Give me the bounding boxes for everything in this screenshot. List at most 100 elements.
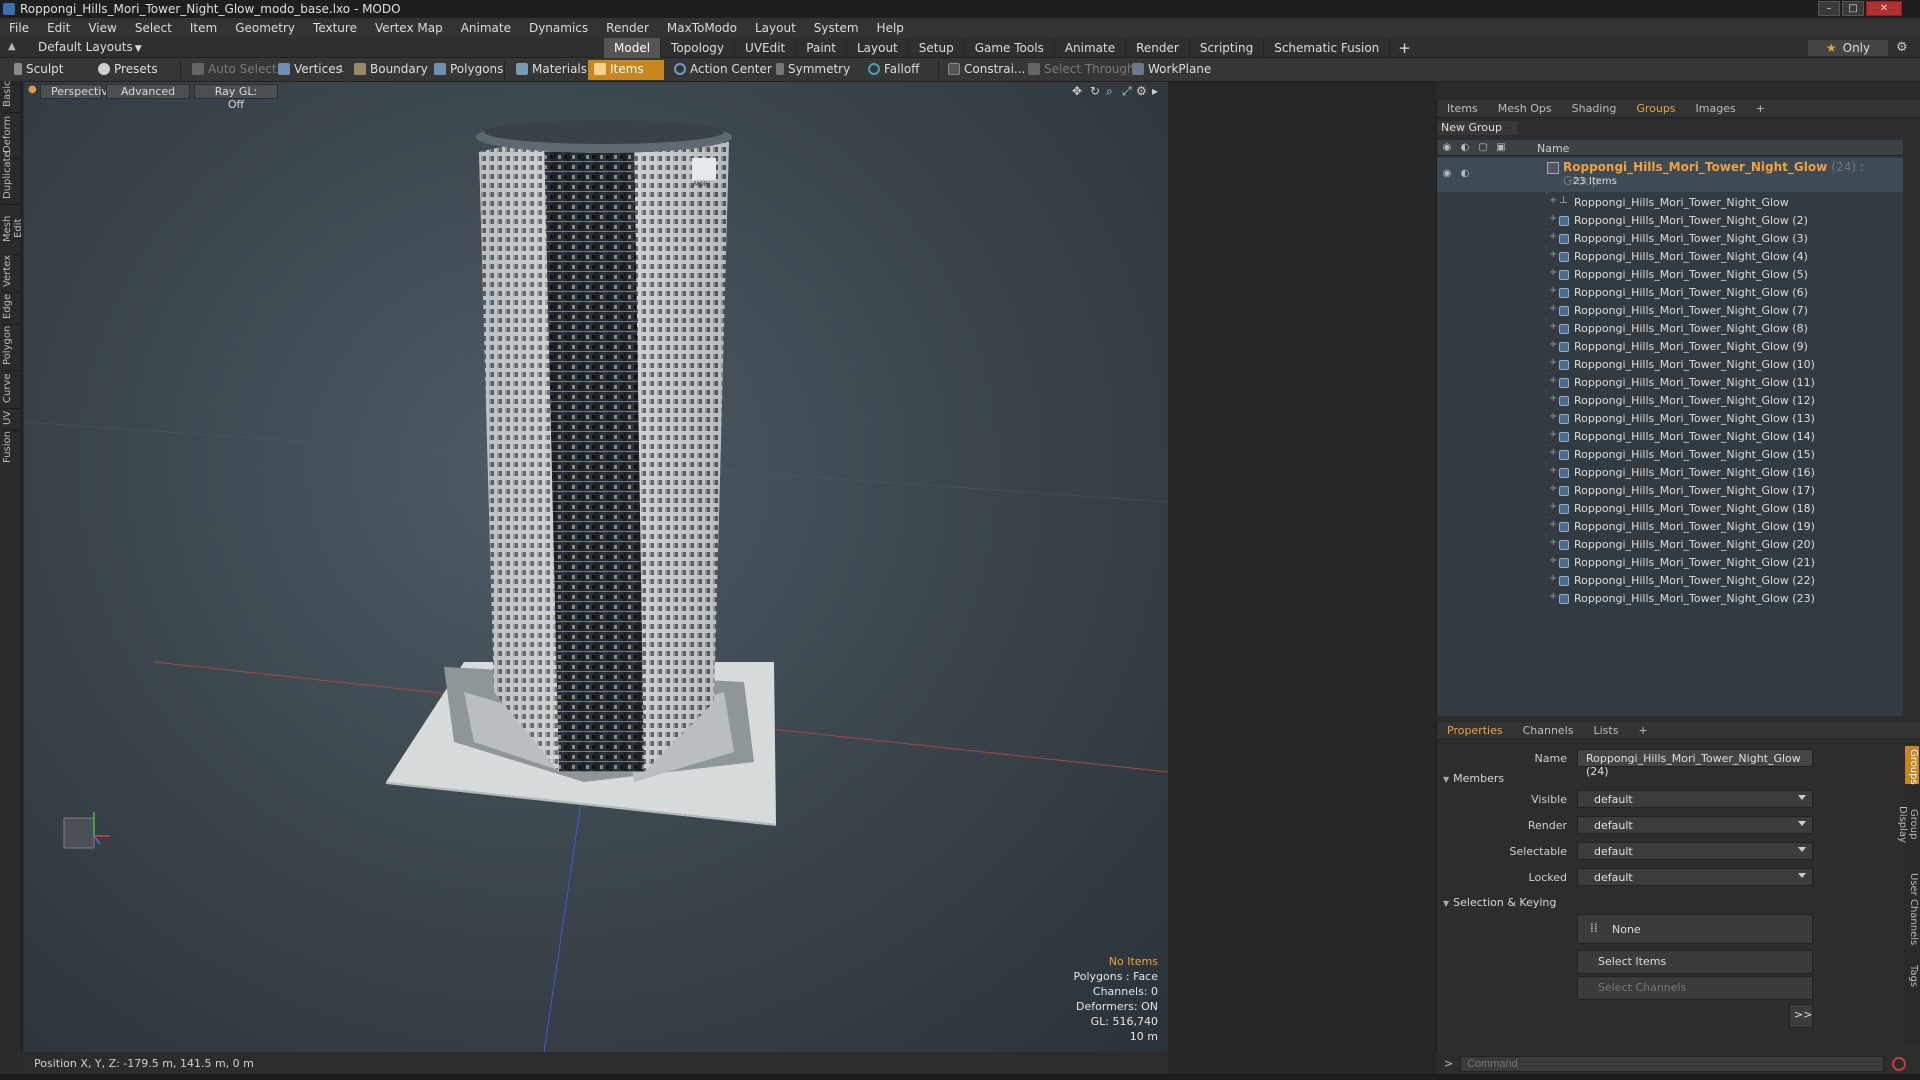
expand-icon[interactable]: +: [1549, 357, 1557, 368]
expand-icon[interactable]: +: [1549, 303, 1557, 314]
left-tab-basic[interactable]: Basic: [2, 81, 20, 110]
side-tab-group-display[interactable]: Group Display: [1897, 788, 1919, 860]
panel-tab-mesh-ops[interactable]: Mesh Ops: [1488, 100, 1562, 117]
shading-mode-button[interactable]: Advanced: [106, 84, 190, 99]
left-tab-deform[interactable]: Deform: [2, 112, 20, 156]
list-item[interactable]: + Roppongi_Hills_Mori_Tower_Night_Glow (7…: [1437, 302, 1903, 319]
layout-tab-render[interactable]: Render: [1126, 38, 1190, 58]
list-item[interactable]: + Roppongi_Hills_Mori_Tower_Night_Glow (2…: [1437, 590, 1903, 607]
menu-texture[interactable]: Texture: [304, 18, 366, 38]
layout-tab-animate[interactable]: Animate: [1055, 38, 1127, 58]
expand-icon[interactable]: +: [1549, 555, 1557, 566]
render-toggle-icon[interactable]: ◐: [1459, 142, 1471, 154]
list-item[interactable]: + Roppongi_Hills_Mori_Tower_Night_Glow (1…: [1437, 356, 1903, 373]
constraints-button[interactable]: Constrai...: [942, 60, 1031, 80]
menu-file[interactable]: File: [0, 18, 38, 38]
expand-icon[interactable]: +: [1549, 321, 1557, 332]
list-item[interactable]: + Roppongi_Hills_Mori_Tower_Night_Glow (1…: [1437, 464, 1903, 481]
lock-icon[interactable]: ▢: [1477, 142, 1489, 154]
expand-icon[interactable]: +: [1549, 483, 1557, 494]
boundary-button[interactable]: Boundary: [348, 60, 434, 80]
menu-animate[interactable]: Animate: [452, 18, 520, 38]
select-toggle-icon[interactable]: ▣: [1495, 142, 1507, 154]
expand-icon[interactable]: +: [1549, 393, 1557, 404]
list-item[interactable]: + Roppongi_Hills_Mori_Tower_Night_Glow (1…: [1437, 482, 1903, 499]
layout-tab-model[interactable]: Model: [604, 38, 662, 58]
fit-view-icon[interactable]: ⤢: [1122, 84, 1132, 99]
viewport-options-icon[interactable]: ●: [28, 84, 37, 95]
properties-tab-properties[interactable]: Properties: [1437, 722, 1513, 739]
left-tab-edge[interactable]: Edge: [2, 292, 20, 322]
menu-layout[interactable]: Layout: [746, 18, 805, 38]
menu-system[interactable]: System: [805, 18, 868, 38]
raygl-button[interactable]: Ray GL: Off: [194, 84, 278, 111]
list-item[interactable]: + Roppongi_Hills_Mori_Tower_Night_Glow (2…: [1437, 554, 1903, 571]
presets-button[interactable]: Presets: [92, 60, 164, 80]
menu-select[interactable]: Select: [126, 18, 181, 38]
expand-icon[interactable]: +: [1549, 213, 1557, 224]
list-item[interactable]: + Roppongi_Hills_Mori_Tower_Night_Glow (2…: [1437, 212, 1903, 229]
list-item[interactable]: + Roppongi_Hills_Mori_Tower_Night_Glow (4…: [1437, 248, 1903, 265]
menu-help[interactable]: Help: [868, 18, 913, 38]
list-item[interactable]: + Roppongi_Hills_Mori_Tower_Night_Glow (1…: [1437, 410, 1903, 427]
list-item[interactable]: + Roppongi_Hills_Mori_Tower_Night_Glow (1…: [1437, 392, 1903, 409]
layout-toggle-icon[interactable]: ▲: [8, 41, 16, 52]
render-dropdown[interactable]: default: [1577, 816, 1813, 834]
members-section[interactable]: ▼ Members: [1443, 772, 1504, 785]
expand-icon[interactable]: +: [1549, 285, 1557, 296]
viewport-menu-icon[interactable]: ▸: [1152, 84, 1158, 98]
list-item[interactable]: + Roppongi_Hills_Mori_Tower_Night_Glow (1…: [1437, 428, 1903, 445]
workplane-button[interactable]: WorkPlane: [1126, 60, 1217, 80]
expand-icon[interactable]: +: [1549, 591, 1557, 602]
add-properties-tab-icon[interactable]: +: [1628, 722, 1657, 739]
list-item[interactable]: + Roppongi_Hills_Mori_Tower_Night_Glow (1…: [1437, 374, 1903, 391]
add-layout-tab-icon[interactable]: +: [1390, 38, 1419, 58]
select-through-button[interactable]: Select Through: [1022, 60, 1141, 80]
maximize-button[interactable]: □: [1842, 1, 1864, 16]
expand-icon[interactable]: +: [1549, 429, 1557, 440]
menu-render[interactable]: Render: [597, 18, 658, 38]
menu-dynamics[interactable]: Dynamics: [520, 18, 597, 38]
expand-icon[interactable]: +: [1549, 267, 1557, 278]
expand-icon[interactable]: +: [1549, 231, 1557, 242]
layout-tab-schematic-fusion[interactable]: Schematic Fusion: [1264, 38, 1391, 58]
add-panel-tab-icon[interactable]: +: [1746, 100, 1775, 117]
list-item[interactable]: + ⊥ Roppongi_Hills_Mori_Tower_Night_Glow: [1437, 194, 1903, 211]
action-center-button[interactable]: Action Center: [668, 60, 778, 80]
list-item[interactable]: + Roppongi_Hills_Mori_Tower_Night_Glow (1…: [1437, 518, 1903, 535]
locked-dropdown[interactable]: default: [1577, 868, 1813, 886]
panel-tab-items[interactable]: Items: [1437, 100, 1488, 117]
expand-icon[interactable]: +: [1549, 465, 1557, 476]
expand-icon[interactable]: +: [1549, 573, 1557, 584]
list-item[interactable]: + Roppongi_Hills_Mori_Tower_Night_Glow (2…: [1437, 536, 1903, 553]
view-mode-button[interactable]: Perspective: [40, 84, 115, 99]
group-visibility-icon[interactable]: ◉: [1441, 168, 1453, 180]
list-item[interactable]: + Roppongi_Hills_Mori_Tower_Night_Glow (8…: [1437, 320, 1903, 337]
left-tab-vertex[interactable]: Vertex: [2, 254, 20, 290]
left-tab-fusion[interactable]: Fusion: [2, 430, 20, 466]
side-tab-groups[interactable]: Groups: [1905, 746, 1919, 785]
list-item[interactable]: + Roppongi_Hills_Mori_Tower_Night_Glow (1…: [1437, 500, 1903, 517]
list-item[interactable]: + Roppongi_Hills_Mori_Tower_Night_Glow (6…: [1437, 284, 1903, 301]
gear-icon[interactable]: ⚙: [1896, 40, 1908, 55]
properties-tab-lists[interactable]: Lists: [1584, 722, 1629, 739]
new-group-button[interactable]: New Group: [1437, 121, 1517, 135]
panel-tab-images[interactable]: Images: [1686, 100, 1746, 117]
visibility-eye-icon[interactable]: ◉: [1441, 142, 1453, 154]
group-render-icon[interactable]: ◐: [1459, 168, 1471, 180]
layout-tab-uvedit[interactable]: UVEdit: [735, 38, 797, 58]
vertices-button[interactable]: Vertices: [272, 60, 348, 80]
panel-tab-shading[interactable]: Shading: [1562, 100, 1627, 117]
list-item[interactable]: + Roppongi_Hills_Mori_Tower_Night_Glow (1…: [1437, 446, 1903, 463]
properties-tab-channels[interactable]: Channels: [1513, 722, 1584, 739]
materials-button[interactable]: Materials: [510, 60, 593, 80]
zoom-view-icon[interactable]: ⌕: [1106, 84, 1113, 99]
3d-viewport[interactable]: MORI ● Perspective Advanced Ray GL: Off …: [24, 82, 1168, 1052]
menu-maxtomodo[interactable]: MaxToModo: [658, 18, 746, 38]
side-tab-tags[interactable]: Tags: [1905, 958, 1919, 994]
viewport-gear-icon[interactable]: ⚙: [1136, 84, 1147, 98]
side-tab-user-channels[interactable]: User Channels: [1905, 864, 1919, 954]
rotate-view-icon[interactable]: ↻: [1090, 84, 1100, 98]
selectable-dropdown[interactable]: default: [1577, 842, 1813, 860]
layout-tab-paint[interactable]: Paint: [796, 38, 847, 58]
